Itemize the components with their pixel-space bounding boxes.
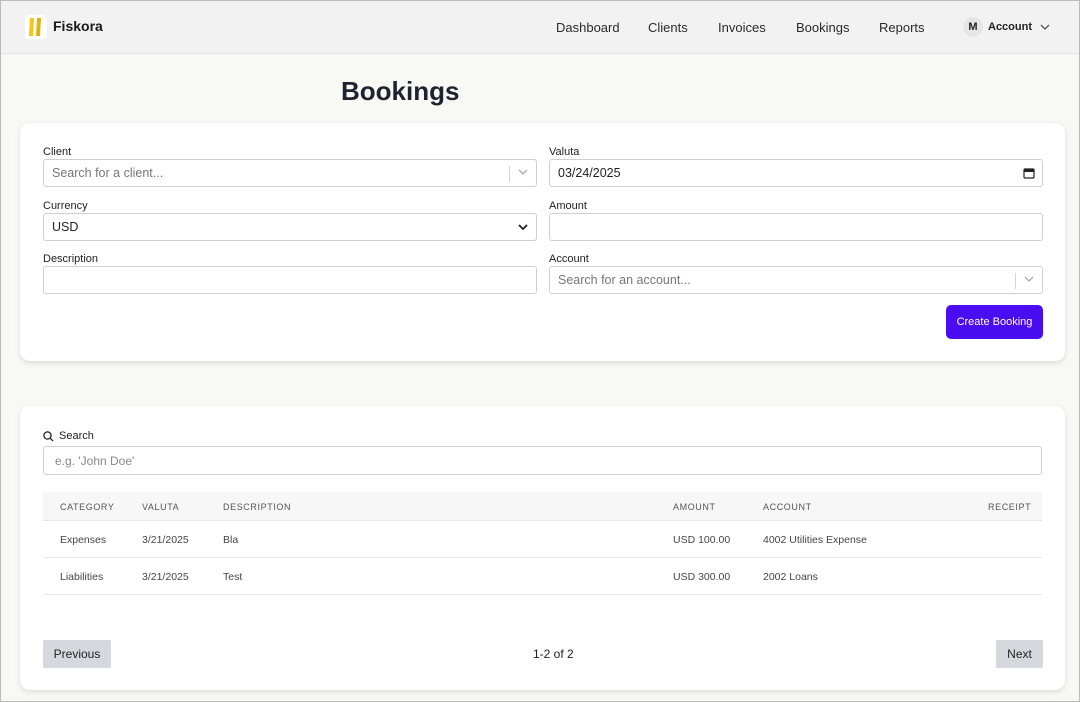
previous-page-button[interactable]: Previous [43,640,111,668]
account-select[interactable]: Search for an account... [549,266,1043,294]
cell-amount: USD 100.00 [673,534,731,546]
amount-label: Amount [549,200,587,212]
table-row[interactable]: Liabilities 3/21/2025 Test USD 300.00 20… [43,558,1042,595]
description-input[interactable] [43,266,537,294]
column-header-description[interactable]: DESCRIPTION [223,502,291,512]
valuta-date-input[interactable]: 03/24/2025 [549,159,1043,187]
cell-category: Liabilities [60,571,104,583]
nav-invoices[interactable]: Invoices [718,20,766,35]
currency-select[interactable]: USD [43,213,537,241]
column-header-category[interactable]: CATEGORY [60,502,114,512]
column-header-amount[interactable]: AMOUNT [673,502,716,512]
select-separator [509,166,510,182]
chevron-down-icon [518,224,528,231]
chevron-down-icon [518,169,528,175]
bookings-list-card: Search e.g. 'John Doe' CATEGORY VALUTA D… [20,406,1065,690]
select-separator [1015,273,1016,289]
top-navbar: Fiskora Dashboard Clients Invoices Booki… [1,1,1079,54]
cell-description: Test [223,571,243,583]
cell-description: Bla [223,534,239,546]
nav-bookings[interactable]: Bookings [796,20,849,35]
pagination-info: 1-2 of 2 [533,647,574,661]
chevron-down-icon [1024,276,1034,282]
create-booking-card: Client Search for a client... Valuta 03/… [20,123,1065,361]
search-input[interactable]: e.g. 'John Doe' [43,446,1042,475]
account-menu[interactable]: M Account [963,16,1050,38]
column-header-valuta[interactable]: VALUTA [142,502,179,512]
table-header: CATEGORY VALUTA DESCRIPTION AMOUNT ACCOU… [43,492,1042,521]
search-label-text: Search [59,430,94,442]
column-header-receipt[interactable]: RECEIPT [988,502,1031,512]
client-label: Client [43,146,72,158]
cell-valuta: 3/21/2025 [142,571,189,583]
cell-category: Expenses [60,534,107,546]
currency-label: Currency [43,200,88,212]
next-page-button[interactable]: Next [996,640,1043,668]
cell-account: 4002 Utilities Expense [763,534,867,546]
cell-account: 2002 Loans [763,571,818,583]
client-placeholder: Search for a client... [52,166,164,180]
fiskora-logo-icon [25,15,47,39]
search-icon [43,430,54,441]
amount-input[interactable] [549,213,1043,241]
avatar: M [963,17,983,37]
valuta-label: Valuta [549,146,580,158]
page-title: Bookings [341,76,460,106]
account-field-label: Account [549,253,589,265]
currency-value: USD [52,220,79,234]
nav-clients[interactable]: Clients [648,20,688,35]
chevron-down-icon [1040,24,1050,30]
account-label: Account [988,21,1032,33]
calendar-icon[interactable] [1023,167,1035,179]
description-label: Description [43,253,99,265]
nav-dashboard[interactable]: Dashboard [556,20,620,35]
table-row[interactable]: Expenses 3/21/2025 Bla USD 100.00 4002 U… [43,521,1042,558]
brand-name: Fiskora [53,18,103,34]
nav-reports[interactable]: Reports [879,20,925,35]
column-header-account[interactable]: ACCOUNT [763,502,812,512]
create-booking-button[interactable]: Create Booking [946,305,1043,339]
valuta-value: 03/24/2025 [558,166,621,180]
cell-amount: USD 300.00 [673,571,731,583]
account-placeholder: Search for an account... [558,273,691,287]
search-placeholder: e.g. 'John Doe' [55,453,135,468]
client-select[interactable]: Search for a client... [43,159,537,187]
search-label: Search [43,430,94,442]
cell-valuta: 3/21/2025 [142,534,189,546]
